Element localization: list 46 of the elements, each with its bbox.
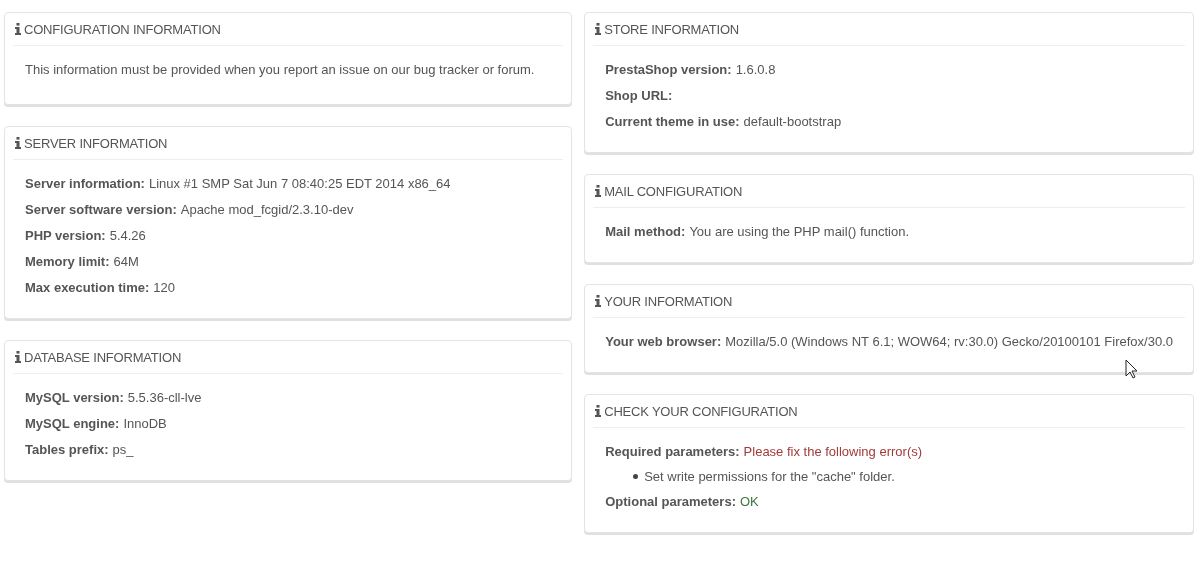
field-label: Server software version: <box>25 201 177 217</box>
field-value: OK <box>739 493 759 509</box>
bullet-icon <box>633 473 639 479</box>
field-value: default-bootstrap <box>743 113 842 129</box>
panel-title: CHECK YOUR CONFIGURATION <box>604 403 798 419</box>
field-value: 120 <box>153 279 175 295</box>
field-value: 5.5.36-cll-lve <box>127 389 202 405</box>
field-value: You are using the PHP mail() function. <box>689 223 910 239</box>
field-label: Tables prefix: <box>25 441 109 457</box>
field-label: Server information: <box>25 175 145 191</box>
info-icon <box>15 137 21 149</box>
field-value: Linux #1 SMP Sat Jun 7 08:40:25 EDT 2014 x86_64 <box>148 175 451 191</box>
panel-title: DATABASE INFORMATION <box>24 349 182 365</box>
field-label: Memory limit: <box>25 253 110 269</box>
panel-title: MAIL CONFIGURATION <box>604 183 743 199</box>
field-label: Mail method: <box>605 223 686 239</box>
error-item: Set write permissions for the "cache" folder. <box>644 468 895 484</box>
panel-title: CONFIGURATION INFORMATION <box>24 21 221 37</box>
panel-description: This information must be provided when you report an issue on our bug tracker or forum. <box>25 62 536 78</box>
field-label: MySQL engine: <box>25 415 120 431</box>
panel-title: YOUR INFORMATION <box>604 293 733 309</box>
info-icon <box>595 405 602 417</box>
field-label: PrestaShop version: <box>605 61 732 77</box>
field-value: 5.4.26 <box>109 227 146 243</box>
field-value: Mozilla/5.0 (Windows NT 6.1; WOW64; rv:30.0) Gecko/20100101 Firefox/30.0 <box>725 333 1173 349</box>
info-icon <box>15 23 21 35</box>
panel-title: SERVER INFORMATION <box>24 135 168 151</box>
field-label: Optional parameters: <box>605 493 736 509</box>
info-icon <box>595 295 602 307</box>
field-value: Please fix the following error(s) <box>743 443 923 459</box>
field-value: InnoDB <box>123 415 167 431</box>
field-label: PHP version: <box>25 227 106 243</box>
field-label: Required parameters: <box>605 443 740 459</box>
field-value: ps_ <box>112 441 134 457</box>
field-label: Your web browser: <box>605 333 722 349</box>
field-value: 1.6.0.8 <box>735 61 776 77</box>
field-label: Current theme in use: <box>605 113 740 129</box>
info-icon <box>595 23 602 35</box>
panel-title: STORE INFORMATION <box>604 21 739 37</box>
field-label: Shop URL: <box>605 87 673 103</box>
field-value: Apache mod_fcgid/2.3.10-dev <box>180 201 354 217</box>
info-icon <box>15 351 21 363</box>
field-value: 64M <box>113 253 139 269</box>
field-label: MySQL version: <box>25 389 124 405</box>
info-icon <box>595 185 602 197</box>
field-label: Max execution time: <box>25 279 150 295</box>
